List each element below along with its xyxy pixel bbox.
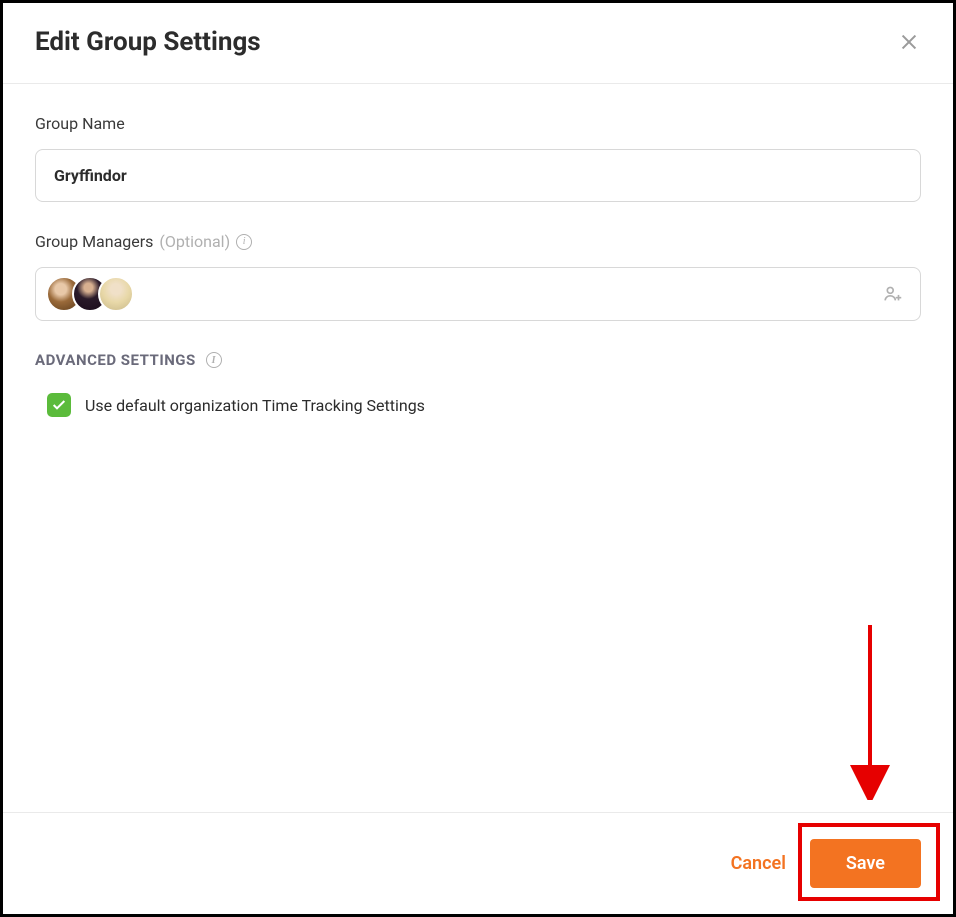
dialog-footer: Cancel Save	[3, 812, 953, 914]
default-tracking-row: Use default organization Time Tracking S…	[35, 393, 921, 417]
add-user-icon[interactable]	[882, 283, 904, 305]
edit-group-settings-dialog: Edit Group Settings Group Name Group Man…	[0, 0, 956, 917]
info-icon[interactable]: i	[236, 234, 252, 250]
group-name-field-group: Group Name	[35, 114, 921, 202]
group-name-input[interactable]	[35, 149, 921, 202]
avatar[interactable]	[98, 276, 134, 312]
advanced-settings-label: ADVANCED SETTINGS	[35, 351, 196, 369]
dialog-title: Edit Group Settings	[35, 27, 261, 57]
default-tracking-label: Use default organization Time Tracking S…	[85, 396, 425, 415]
optional-text: (Optional)	[159, 232, 230, 251]
dialog-body: Group Name Group Managers (Optional) i	[3, 84, 953, 812]
cancel-button[interactable]: Cancel	[723, 841, 794, 886]
avatar-group	[46, 276, 134, 312]
dialog-header: Edit Group Settings	[3, 3, 953, 84]
save-button[interactable]: Save	[810, 839, 921, 888]
group-managers-input[interactable]	[35, 267, 921, 321]
group-managers-label: Group Managers (Optional) i	[35, 232, 921, 251]
close-button[interactable]	[897, 30, 921, 54]
checkmark-icon	[51, 397, 67, 413]
group-managers-label-text: Group Managers	[35, 232, 153, 251]
group-name-label: Group Name	[35, 114, 921, 133]
default-tracking-checkbox[interactable]	[47, 393, 71, 417]
close-icon	[898, 31, 920, 53]
info-icon[interactable]: i	[206, 352, 222, 368]
group-managers-field-group: Group Managers (Optional) i	[35, 232, 921, 321]
advanced-settings-header: ADVANCED SETTINGS i	[35, 351, 921, 369]
